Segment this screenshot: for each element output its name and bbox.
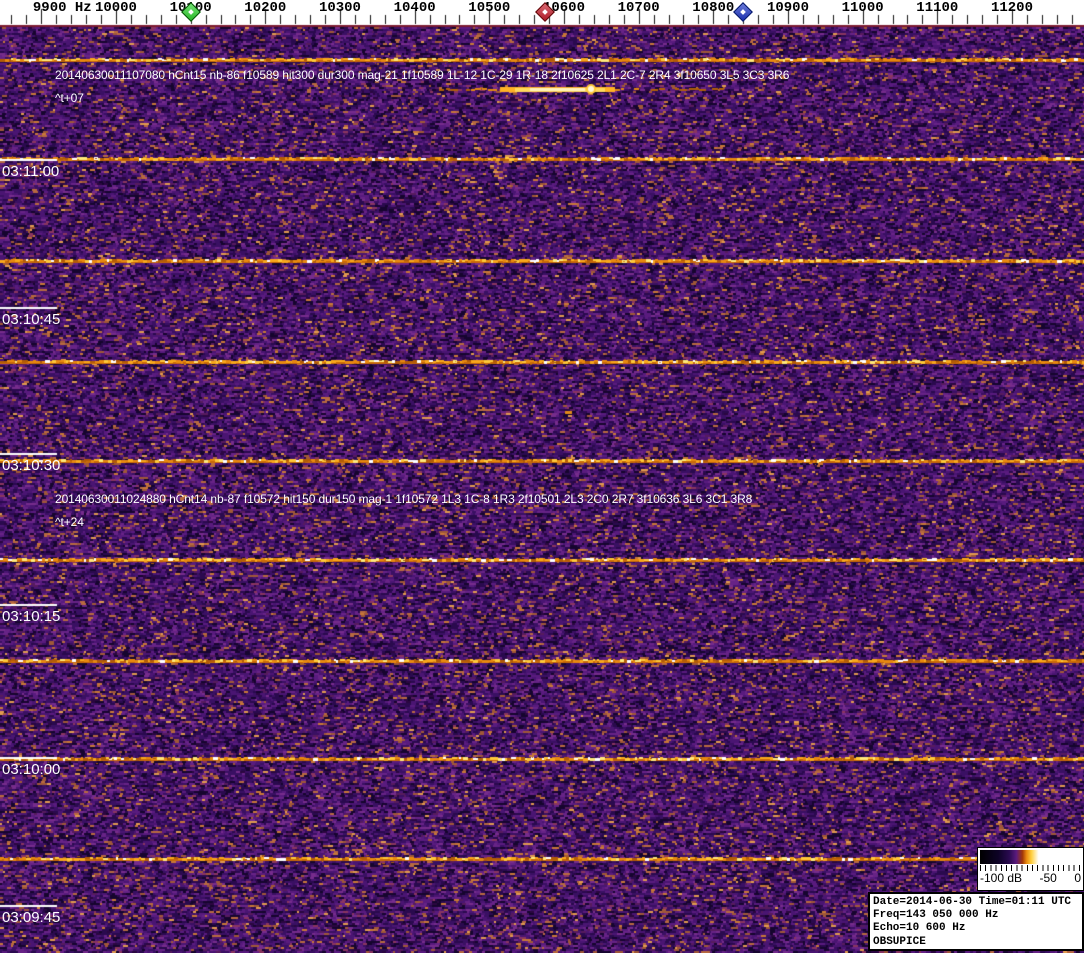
time-label: 03:10:15 [2,608,60,625]
time-label: 03:10:00 [2,761,60,778]
time-label: 03:10:30 [2,457,60,474]
axis-label: 10500 [468,0,510,16]
axis-label: 11200 [991,0,1033,16]
axis-label: 11100 [916,0,958,16]
detection-annotation: 20140630011024880 hCnt14 nb-87 f10572 hi… [55,492,752,529]
axis-label: 10200 [244,0,286,16]
info-line: OBSUPICE [873,936,1079,949]
marker-center-dot [740,9,746,15]
time-label: 03:10:45 [2,311,60,328]
detection-annotation: 20140630011107080 hCnt15 nb-86 f10589 hi… [55,68,789,105]
info-line: Freq=143 050 000 Hz [873,909,1079,922]
detection-text: 20140630011024880 hCnt14 nb-87 f10572 hi… [55,492,752,506]
info-line: Echo=10 600 Hz [873,922,1079,935]
db-scale-label: -50 [1040,871,1057,885]
marker-center-dot [542,9,548,15]
axis-label: 10900 [767,0,809,16]
time-label: 03:11:00 [2,163,59,180]
spectrogram-screen: 9900 Hz100001010010200103001040010500106… [0,0,1084,953]
axis-label: 10800 [692,0,734,16]
detection-text: 20140630011107080 hCnt15 nb-86 f10589 hi… [55,68,789,82]
axis-label: 10700 [618,0,660,16]
detection-time-tag: ^t+07 [55,91,789,105]
spectrogram-canvas [0,0,1084,953]
db-scale-labels: -100 dB -50 0 [978,871,1083,885]
marker-center-dot [188,9,194,15]
axis-label: 10400 [394,0,436,16]
db-gradient-bar [980,850,1081,864]
axis-label: 9900 Hz [33,0,92,16]
axis-label: 10300 [319,0,361,16]
db-scale-label: -100 dB [980,871,1022,885]
axis-label: 11000 [842,0,884,16]
station-info-box: Date=2014-06-30 Time=01:11 UTC Freq=143 0… [868,892,1084,951]
db-scale-legend: -100 dB -50 0 [977,847,1084,891]
info-line: Date=2014-06-30 Time=01:11 UTC [873,896,1079,909]
time-label: 03:09:45 [2,909,60,926]
db-scale-label: 0 [1074,871,1081,885]
detection-time-tag: ^t+24 [55,515,752,529]
axis-label: 10000 [95,0,137,16]
